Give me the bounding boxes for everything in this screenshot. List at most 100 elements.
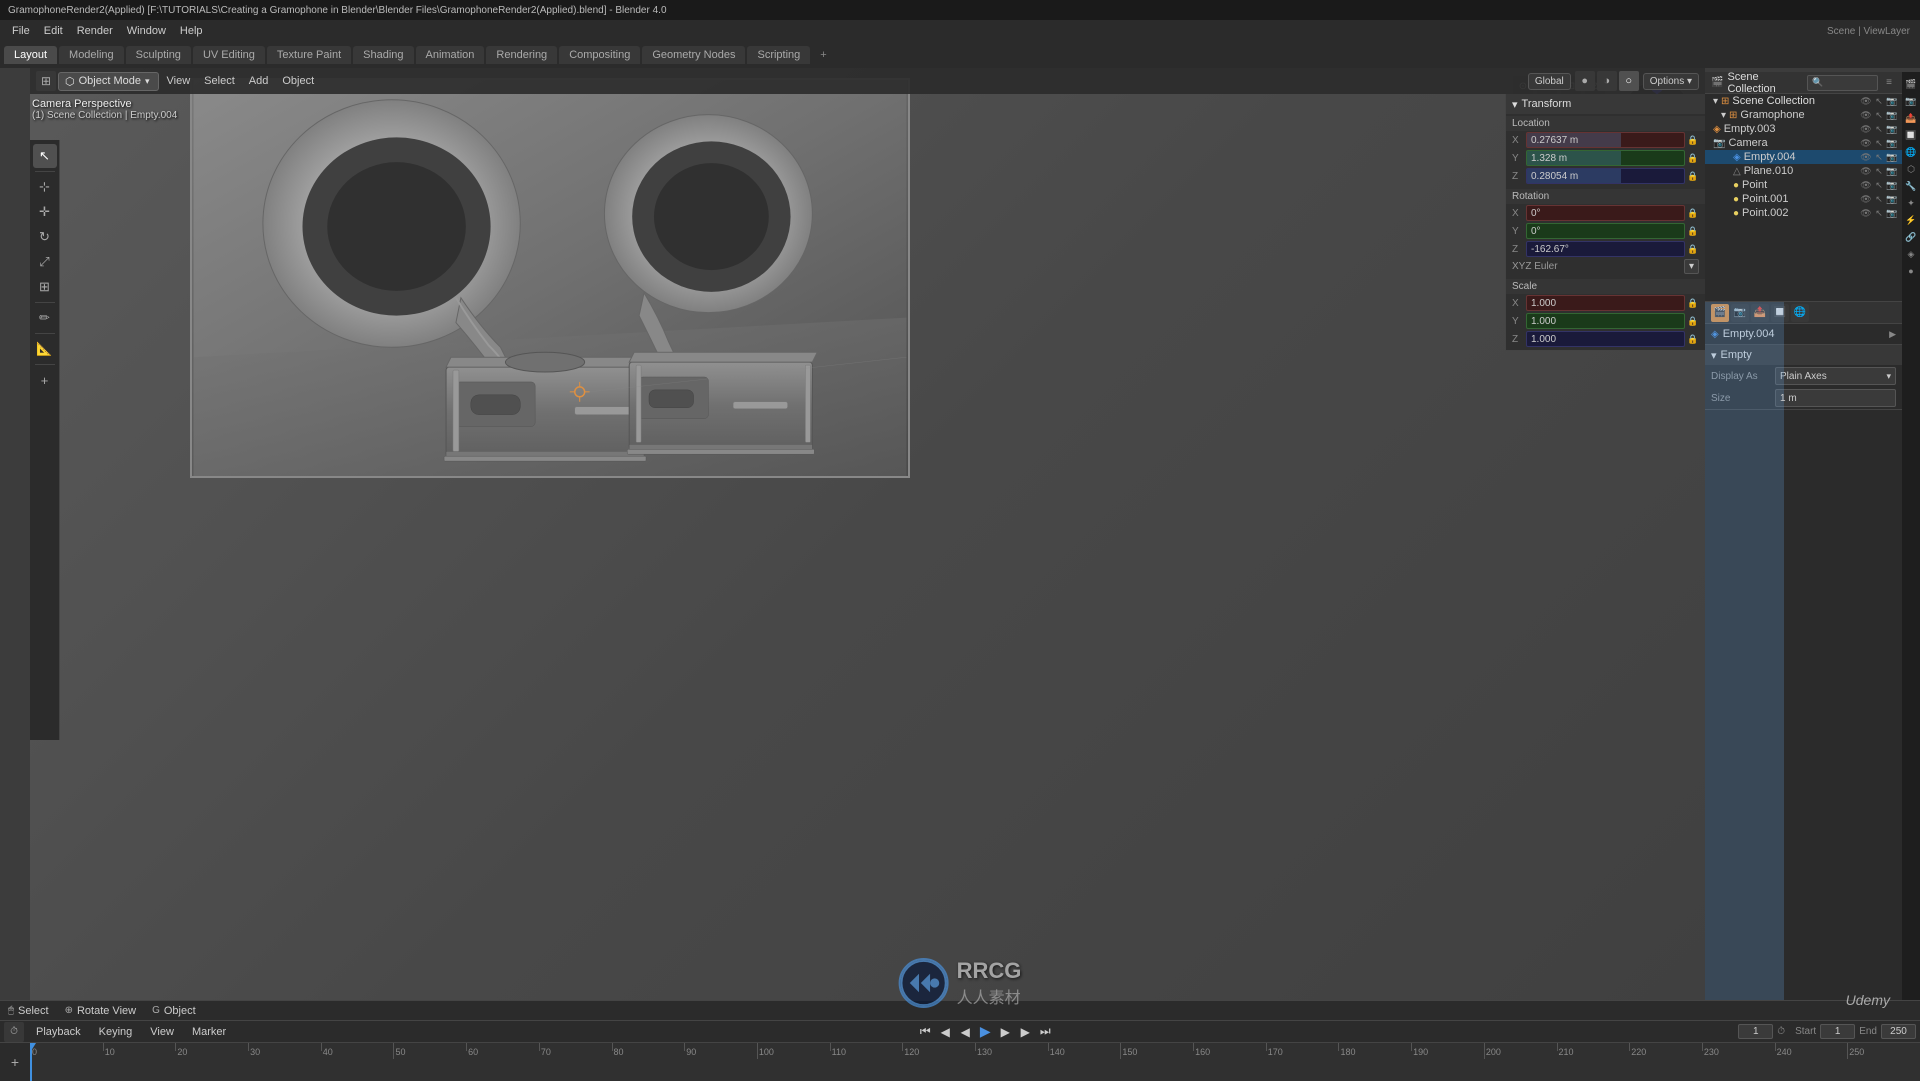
scale-x[interactable]: 1.000 [1526, 295, 1685, 311]
prop-icon-viewlayer[interactable]: 🔲 [1903, 127, 1919, 143]
gram-vis-render[interactable]: 📷 [1886, 110, 1898, 121]
timeline-add-channel-icon[interactable]: + [11, 1054, 19, 1070]
menu-window[interactable]: Window [121, 24, 172, 38]
lock-sy-icon[interactable]: 🔒 [1687, 315, 1699, 327]
tab-layout[interactable]: Layout [4, 46, 57, 64]
menu-edit[interactable]: Edit [38, 24, 69, 38]
lock-ry-icon[interactable]: 🔒 [1687, 225, 1699, 237]
outliner-empty004[interactable]: ◈ Empty.004 👁 ↖ 📷 [1705, 150, 1902, 164]
vis-eye[interactable]: 👁 [1860, 96, 1872, 107]
tool-transform[interactable]: ⊞ [33, 275, 57, 299]
transform-header[interactable]: ▾ Transform [1506, 94, 1705, 114]
outliner-scene-collection[interactable]: ▾ ⊞ Scene Collection 👁 ↖ 📷 [1705, 94, 1902, 108]
outliner-search[interactable]: 🔍 [1807, 75, 1878, 91]
prop-icon-physics[interactable]: ⚡ [1903, 212, 1919, 228]
outliner-point[interactable]: ● Point 👁 ↖ 📷 [1705, 178, 1902, 192]
outliner-camera[interactable]: 📷 Camera 👁 ↖ 📷 [1705, 136, 1902, 150]
lock-y-icon[interactable]: 🔒 [1687, 152, 1699, 164]
rotation-x[interactable]: 0° [1526, 205, 1685, 221]
global-dropdown[interactable]: Global [1528, 73, 1571, 90]
tab-shading[interactable]: Shading [353, 46, 413, 64]
menu-file[interactable]: File [6, 24, 36, 38]
prop-icon-data[interactable]: ◈ [1903, 246, 1919, 262]
tool-annotate[interactable]: ✏ [33, 306, 57, 330]
playback-menu[interactable]: Playback [30, 1025, 87, 1039]
start-frame-input[interactable]: 1 [1820, 1024, 1855, 1039]
viewport-shading-render[interactable]: ○ [1619, 71, 1639, 91]
location-z[interactable]: 0.28054 m [1526, 168, 1685, 184]
location-y[interactable]: 1.328 m [1526, 150, 1685, 166]
timeline-ruler[interactable]: 0102030405060708090100110120130140150160… [30, 1043, 1920, 1081]
tool-scale[interactable]: ⤢ [33, 250, 57, 274]
euler-dropdown[interactable]: ▾ [1684, 259, 1699, 274]
viewport-add-menu[interactable]: Add [243, 74, 275, 88]
viewport-select-menu[interactable]: Select [198, 74, 241, 88]
scale-z[interactable]: 1.000 [1526, 331, 1685, 347]
outliner-filter-icon[interactable]: ≡ [1882, 77, 1896, 88]
prop-icon-material[interactable]: ● [1903, 263, 1919, 279]
viewport-shading-material[interactable]: ◑ [1597, 71, 1617, 91]
lock-sx-icon[interactable]: 🔒 [1687, 297, 1699, 309]
tab-scripting[interactable]: Scripting [747, 46, 810, 64]
rotation-y[interactable]: 0° [1526, 223, 1685, 239]
viewport-shading-solid[interactable]: ● [1575, 71, 1595, 91]
lock-rz-icon[interactable]: 🔒 [1687, 243, 1699, 255]
tool-add[interactable]: + [33, 368, 57, 392]
display-as-value[interactable]: Plain Axes ▾ [1775, 367, 1896, 385]
menu-help[interactable]: Help [174, 24, 209, 38]
outliner-empty003[interactable]: ◈ Empty.003 👁 ↖ 📷 [1705, 122, 1902, 136]
editor-type-icon[interactable]: ⊞ [36, 71, 56, 91]
gram-vis-eye[interactable]: 👁 [1860, 110, 1872, 121]
add-workspace-button[interactable]: + [812, 46, 834, 64]
keying-menu[interactable]: Keying [93, 1025, 139, 1039]
vis-render[interactable]: 📷 [1886, 96, 1898, 107]
gram-vis-select[interactable]: ↖ [1873, 110, 1885, 121]
viewport-object-menu[interactable]: Object [276, 74, 320, 88]
lock-rx-icon[interactable]: 🔒 [1687, 207, 1699, 219]
tab-compositing[interactable]: Compositing [559, 46, 640, 64]
prop-icon-scene[interactable]: 🎬 [1903, 76, 1919, 92]
prop-icon-constraint[interactable]: 🔗 [1903, 229, 1919, 245]
scale-y[interactable]: 1.000 [1526, 313, 1685, 329]
next-keyframe-btn[interactable]: ▶ [1016, 1023, 1034, 1041]
rotation-z[interactable]: -162.67° [1526, 241, 1685, 257]
next-frame-btn[interactable]: ▶ [996, 1023, 1014, 1041]
size-value[interactable]: 1 m [1775, 389, 1896, 407]
tool-measure[interactable]: 📐 [33, 337, 57, 361]
tab-uv-editing[interactable]: UV Editing [193, 46, 265, 64]
current-frame-input[interactable]: 1 [1738, 1024, 1773, 1039]
options-button[interactable]: Options ▾ [1643, 73, 1699, 90]
outliner-gramophone[interactable]: ▾ ⊞ Gramophone 👁 ↖ 📷 [1705, 108, 1902, 122]
viewport-view-menu[interactable]: View [161, 74, 197, 88]
tab-geometry-nodes[interactable]: Geometry Nodes [642, 46, 745, 64]
playhead[interactable] [30, 1043, 32, 1081]
jump-end-btn[interactable]: ⏭ [1036, 1023, 1054, 1041]
prev-keyframe-btn[interactable]: ◀ [936, 1023, 954, 1041]
vis-select[interactable]: ↖ [1873, 96, 1885, 107]
lock-sz-icon[interactable]: 🔒 [1687, 333, 1699, 345]
timeline-editor-icon[interactable]: ⏱ [4, 1022, 24, 1042]
tool-rotate[interactable]: ↻ [33, 225, 57, 249]
fps-button[interactable]: ⏱ [1777, 1026, 1785, 1037]
tab-modeling[interactable]: Modeling [59, 46, 124, 64]
timeline-view-menu[interactable]: View [144, 1025, 180, 1039]
scene-world-icon[interactable]: 🌐 [1791, 304, 1809, 322]
outliner-plane010[interactable]: △ Plane.010 👁 ↖ 📷 [1705, 164, 1902, 178]
object-mode-dropdown[interactable]: ⬡ Object Mode ▾ [58, 72, 159, 91]
prop-icon-world[interactable]: 🌐 [1903, 144, 1919, 160]
tab-texture-paint[interactable]: Texture Paint [267, 46, 351, 64]
prop-icon-render[interactable]: 📷 [1903, 93, 1919, 109]
tool-select[interactable]: ↖ [33, 144, 57, 168]
tool-move[interactable]: ✛ [33, 200, 57, 224]
tool-cursor[interactable]: ⊹ [33, 175, 57, 199]
jump-start-btn[interactable]: ⏮ [916, 1023, 934, 1041]
end-frame-input[interactable]: 250 [1881, 1024, 1916, 1039]
marker-menu[interactable]: Marker [186, 1025, 232, 1039]
lock-x-icon[interactable]: 🔒 [1687, 134, 1699, 146]
prev-frame-btn[interactable]: ◀ [956, 1023, 974, 1041]
tab-sculpting[interactable]: Sculpting [126, 46, 191, 64]
tab-animation[interactable]: Animation [416, 46, 485, 64]
tab-rendering[interactable]: Rendering [486, 46, 557, 64]
menu-render[interactable]: Render [71, 24, 119, 38]
prop-icon-particle[interactable]: ✦ [1903, 195, 1919, 211]
